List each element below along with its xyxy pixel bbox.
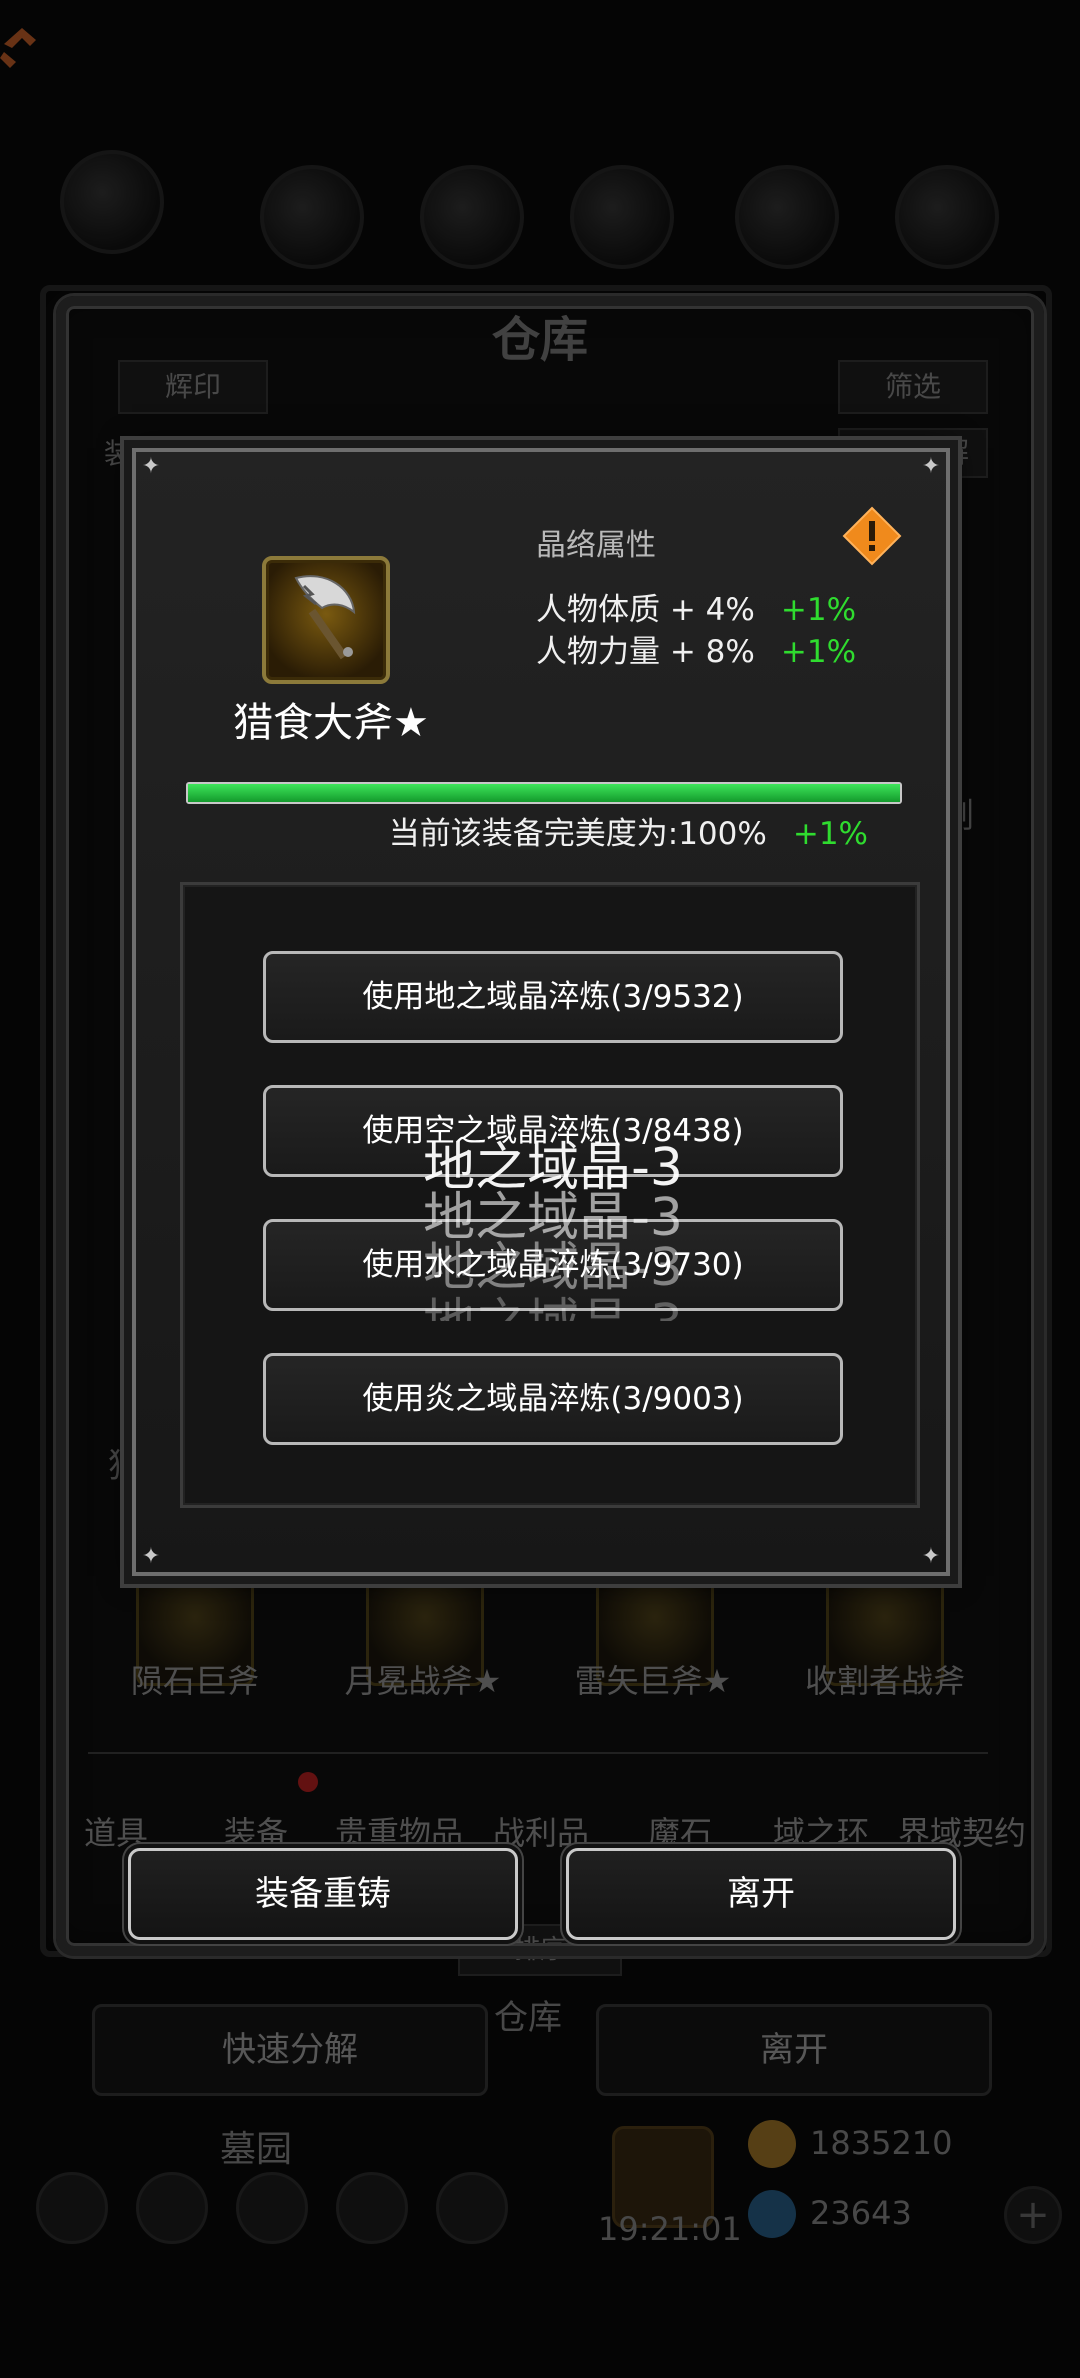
attribute-bonus: +1% bbox=[780, 634, 857, 670]
nav-icon-2[interactable] bbox=[136, 2172, 208, 2244]
perfection-progress-bar bbox=[186, 782, 902, 804]
item-icon-frame[interactable] bbox=[262, 556, 390, 684]
refine-earth-button[interactable]: 使用地之域晶淬炼(3/9532) bbox=[263, 951, 843, 1043]
nav-icon-1[interactable] bbox=[36, 2172, 108, 2244]
perfection-text: 当前该装备完美度为:100% bbox=[388, 816, 767, 852]
avatar[interactable] bbox=[60, 150, 164, 254]
menu-icon-4[interactable] bbox=[735, 165, 839, 269]
attribute-line-2: 人物力量 + 8% +1% bbox=[536, 626, 856, 671]
nav-icon-4[interactable] bbox=[336, 2172, 408, 2244]
gold-coin-icon bbox=[748, 2120, 796, 2168]
axe-icon bbox=[294, 575, 356, 660]
attributes-heading: 晶络属性 bbox=[536, 528, 656, 563]
diamond-icon bbox=[748, 2190, 796, 2238]
menu-icon-2[interactable] bbox=[420, 165, 524, 269]
refine-options-panel: 使用地之域晶淬炼(3/9532) 使用空之域晶淬炼(3/8438) 使用水之域晶… bbox=[180, 882, 920, 1508]
menu-icon-3[interactable] bbox=[570, 165, 674, 269]
attribute-text: 人物体质 + 4% bbox=[536, 592, 755, 628]
item-name: 猎食大斧★ bbox=[233, 700, 429, 746]
back-logo-icon[interactable] bbox=[0, 22, 40, 72]
crystal-refine-dialog: ✦ ✦ ✦ ✦ 猎食大斧★ 晶络属性 人物体质 + 4% +1% 人物力量 + 8… bbox=[132, 448, 950, 1576]
leave-button[interactable]: 离开 bbox=[566, 1848, 956, 1940]
diamond-amount: 23643 bbox=[810, 2194, 912, 2232]
warehouse-label: 仓库 bbox=[494, 1998, 562, 2038]
perfection-progress-fill bbox=[188, 784, 900, 802]
corner-ornament: ✦ bbox=[921, 454, 941, 479]
corner-ornament: ✦ bbox=[921, 1544, 941, 1569]
corner-ornament: ✦ bbox=[141, 454, 161, 479]
attribute-bonus: +1% bbox=[780, 592, 857, 628]
warning-icon[interactable] bbox=[842, 506, 902, 566]
gold-amount: 1835210 bbox=[810, 2124, 953, 2162]
attribute-text: 人物力量 + 8% bbox=[536, 634, 755, 670]
nav-icon-3[interactable] bbox=[236, 2172, 308, 2244]
perfection-bonus: +1% bbox=[792, 816, 868, 852]
cemetery-label: 墓园 bbox=[220, 2129, 293, 2170]
perfection-line: 当前该装备完美度为:100% +1% bbox=[186, 808, 898, 853]
add-currency-icon[interactable]: + bbox=[1004, 2186, 1062, 2244]
refine-fire-button[interactable]: 使用炎之域晶淬炼(3/9003) bbox=[263, 1353, 843, 1445]
nav-icon-5[interactable] bbox=[436, 2172, 508, 2244]
reforge-button[interactable]: 装备重铸 bbox=[128, 1848, 518, 1940]
quick-decompose-button[interactable]: 快速分解 bbox=[92, 2004, 488, 2096]
menu-icon-5[interactable] bbox=[895, 165, 999, 269]
menu-icon-1[interactable] bbox=[260, 165, 364, 269]
refine-air-button[interactable]: 使用空之域晶淬炼(3/8438) bbox=[263, 1085, 843, 1177]
refine-water-button[interactable]: 使用水之域晶淬炼(3/9730) bbox=[263, 1219, 843, 1311]
attribute-line-1: 人物体质 + 4% +1% bbox=[536, 584, 856, 629]
corner-ornament: ✦ bbox=[141, 1544, 161, 1569]
timer-label: 19:21:01 bbox=[598, 2210, 742, 2248]
bg-leave-button[interactable]: 离开 bbox=[596, 2004, 992, 2096]
